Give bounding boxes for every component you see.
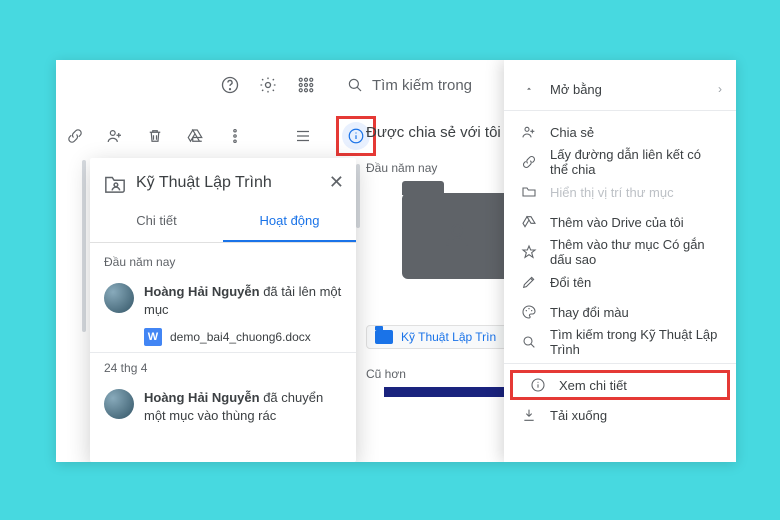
panel-drag-handle[interactable] xyxy=(82,160,86,332)
menu-add-starred[interactable]: Thêm vào thư mục Có gắn dấu sao xyxy=(504,237,736,267)
menu-label: Tìm kiếm trong Kỹ Thuật Lập Trình xyxy=(550,327,722,357)
menu-label: Thay đổi màu xyxy=(550,305,629,320)
menu-add-drive[interactable]: Thêm vào Drive của tôi xyxy=(504,207,736,237)
help-icon[interactable] xyxy=(216,71,244,99)
activity-row: Hoàng Hải Nguyễn đã tải lên một mục xyxy=(104,277,342,322)
more-icon[interactable] xyxy=(222,123,248,149)
file-name: demo_bai4_chuong6.docx xyxy=(170,330,311,344)
menu-search-in[interactable]: Tìm kiếm trong Kỹ Thuật Lập Trình xyxy=(504,327,736,357)
activity-user: Hoàng Hải Nguyễn xyxy=(144,390,260,405)
word-icon: W xyxy=(144,328,162,346)
search-placeholder: Tìm kiếm trong xyxy=(372,77,472,94)
menu-label: Thêm vào Drive của tôi xyxy=(550,215,684,230)
gear-icon[interactable] xyxy=(254,71,282,99)
activity-row: Hoàng Hải Nguyễn đã chuyển một mục vào t… xyxy=(104,383,342,428)
folder-outline-icon xyxy=(518,184,540,200)
context-menu: Mở bằng › Chia sẻ Lấy đường dẫn liên kết… xyxy=(504,60,736,462)
avatar xyxy=(104,283,134,313)
download-icon xyxy=(518,407,540,423)
search-box[interactable]: Tìm kiếm trong xyxy=(346,76,472,94)
menu-view-details[interactable]: Xem chi tiết xyxy=(510,370,730,400)
menu-label: Đổi tên xyxy=(550,275,591,290)
info-icon xyxy=(527,377,549,393)
details-panel: Kỹ Thuật Lập Trình ✕ Chi tiết Hoạt động … xyxy=(90,158,356,462)
panel-tabs: Chi tiết Hoạt động xyxy=(90,203,356,243)
menu-share[interactable]: Chia sẻ xyxy=(504,117,736,147)
close-icon[interactable]: ✕ xyxy=(329,172,344,193)
menu-label: Chia sẻ xyxy=(550,125,594,140)
palette-icon xyxy=(518,304,540,320)
menu-change-color[interactable]: Thay đổi màu xyxy=(504,297,736,327)
tab-details[interactable]: Chi tiết xyxy=(90,203,223,242)
drive-window: Tìm kiếm trong Được chia sẻ với tôi Đầu … xyxy=(56,60,736,462)
star-icon xyxy=(518,244,540,260)
apps-grid-icon[interactable] xyxy=(292,71,320,99)
avatar xyxy=(104,389,134,419)
menu-label: Xem chi tiết xyxy=(559,378,627,393)
older-item-strip xyxy=(384,387,524,397)
activity-section-1: Đầu năm nay xyxy=(104,253,342,277)
menu-label: Thêm vào thư mục Có gắn dấu sao xyxy=(550,237,722,267)
activity-user: Hoàng Hải Nguyễn xyxy=(144,284,260,299)
menu-download[interactable]: Tải xuống xyxy=(504,400,736,430)
pencil-icon xyxy=(518,274,540,290)
menu-get-link[interactable]: Lấy đường dẫn liên kết có thể chia xyxy=(504,147,736,177)
menu-label: Lấy đường dẫn liên kết có thể chia xyxy=(550,147,722,177)
folder-shared-icon xyxy=(104,173,126,193)
share-person-icon[interactable] xyxy=(102,123,128,149)
share-icon xyxy=(518,124,540,140)
search-icon xyxy=(518,334,540,350)
menu-open-with[interactable]: Mở bằng › xyxy=(504,74,736,104)
folder-icon xyxy=(375,330,393,344)
search-icon xyxy=(346,76,364,94)
open-with-icon xyxy=(518,81,540,97)
panel-title: Kỹ Thuật Lập Trình xyxy=(136,174,272,192)
get-link-icon[interactable] xyxy=(62,123,88,149)
list-view-icon[interactable] xyxy=(290,123,316,149)
selection-toolbar xyxy=(56,118,376,154)
menu-label: Hiển thị vị trí thư mục xyxy=(550,185,674,200)
menu-label: Tải xuống xyxy=(550,408,607,423)
drive-add-icon xyxy=(518,214,540,230)
shared-folder-thumb[interactable] xyxy=(402,193,512,279)
file-chip[interactable]: W demo_bai4_chuong6.docx xyxy=(144,328,342,346)
trash-icon[interactable] xyxy=(142,123,168,149)
activity-date: 24 thg 4 xyxy=(104,359,342,383)
scroll-handle[interactable] xyxy=(356,164,360,228)
chevron-right-icon: › xyxy=(718,82,722,96)
link-icon xyxy=(518,154,540,170)
menu-rename[interactable]: Đổi tên xyxy=(504,267,736,297)
menu-show-location: Hiển thị vị trí thư mục xyxy=(504,177,736,207)
menu-label: Mở bằng xyxy=(550,82,602,97)
folder-chip-label: Kỹ Thuật Lập Trìn xyxy=(401,330,496,344)
tab-activity[interactable]: Hoạt động xyxy=(223,203,356,242)
shared-folder-person-icon xyxy=(440,218,474,255)
drive-icon[interactable] xyxy=(182,123,208,149)
